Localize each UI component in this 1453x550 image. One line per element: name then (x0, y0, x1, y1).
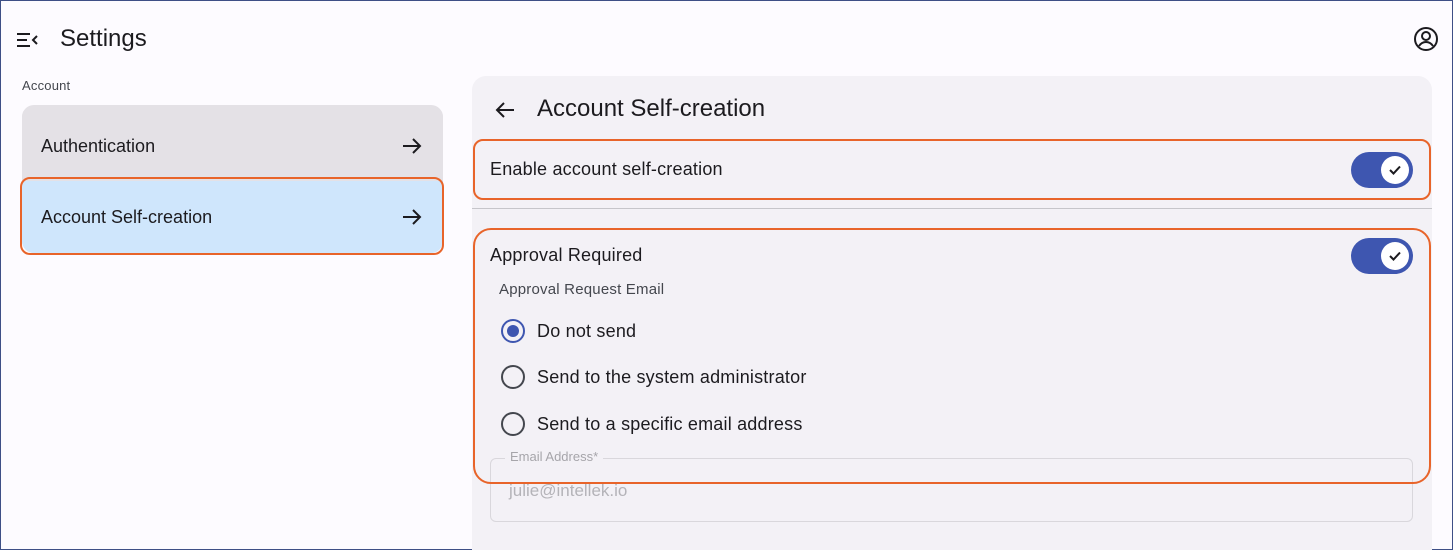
account-circle-icon[interactable] (1413, 26, 1439, 52)
arrow-back-icon[interactable] (493, 98, 517, 122)
radio-do-not-send[interactable]: Do not send (501, 318, 636, 344)
approval-required-toggle[interactable] (1351, 238, 1413, 274)
panel-title: Account Self-creation (537, 95, 766, 122)
divider (472, 208, 1432, 209)
enable-self-creation-label: Enable account self-creation (490, 159, 723, 179)
sidebar-nav: Authentication Account Self-creation (22, 105, 443, 253)
radio-button-checked[interactable] (501, 319, 525, 343)
radio-label: Send to a specific email address (537, 413, 803, 434)
sidebar-item-label: Account Self-creation (41, 206, 213, 227)
radio-button[interactable] (501, 365, 525, 389)
approval-required-label: Approval Required (490, 245, 643, 265)
approval-email-label: Approval Request Email (499, 281, 665, 298)
top-bar: Settings (1, 1, 1452, 77)
sidebar-item-account-self-creation[interactable]: Account Self-creation (22, 181, 443, 253)
arrow-forward-icon (401, 135, 423, 157)
app-window: Settings Account Authentication Account … (0, 0, 1453, 550)
sidebar-section-label: Account (22, 78, 71, 93)
check-icon (1381, 242, 1409, 270)
menu-collapse-icon[interactable] (15, 28, 39, 52)
email-field-value: julie@intellek.io (509, 481, 628, 500)
arrow-forward-icon (401, 206, 423, 228)
enable-self-creation-toggle[interactable] (1351, 152, 1413, 188)
radio-send-to-specific-email[interactable]: Send to a specific email address (501, 411, 803, 437)
radio-label: Send to the system administrator (537, 366, 807, 387)
page-title: Settings (60, 25, 147, 52)
radio-label: Do not send (537, 320, 637, 341)
sidebar-item-authentication[interactable]: Authentication (22, 111, 443, 181)
sidebar-item-label: Authentication (41, 135, 156, 156)
radio-button[interactable] (501, 412, 525, 436)
check-icon (1381, 156, 1409, 184)
email-address-field[interactable]: Email Address* julie@intellek.io (490, 449, 1413, 522)
email-field-label: Email Address* (505, 449, 604, 464)
radio-send-to-admin[interactable]: Send to the system administrator (501, 364, 807, 390)
